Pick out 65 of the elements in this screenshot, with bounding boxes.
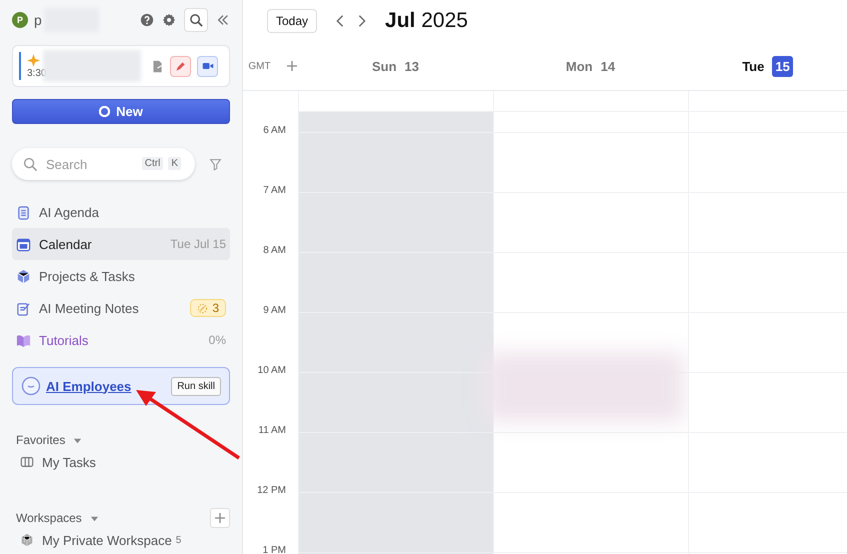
caret-icon[interactable] (73, 436, 82, 444)
note-edit-icon (16, 300, 31, 316)
bot-face-icon (21, 376, 41, 396)
day-header[interactable]: Mon 14 (493, 42, 688, 91)
workspace-count: 5 (176, 534, 182, 546)
workspace-item[interactable]: My Private Workspace 5 (12, 527, 230, 553)
columns-icon (20, 455, 34, 469)
hour-label: 11 AM (257, 425, 287, 436)
hour-label: 1 PM (262, 545, 287, 554)
video-button[interactable] (197, 56, 218, 76)
filter-icon[interactable] (209, 158, 222, 170)
nav-item[interactable]: AI Meeting Notes 3 (12, 292, 230, 324)
timezone-label: GMT (248, 60, 271, 72)
sparkle-icon (27, 54, 40, 66)
nav-item[interactable]: Calendar Tue Jul 15 (12, 228, 230, 260)
event-time: 3:30 (27, 68, 45, 78)
nav-item[interactable]: Projects & Tasks (12, 260, 230, 292)
cube-icon (16, 268, 31, 284)
day-header[interactable]: Tue 15 (688, 42, 847, 91)
add-workspace-button[interactable] (210, 508, 230, 528)
nav-meta: 0% (208, 333, 226, 347)
nav-item[interactable]: AI Agenda (12, 196, 230, 228)
search-icon (23, 157, 38, 172)
hour-label: 8 AM (262, 245, 287, 256)
cube-icon (20, 533, 34, 547)
collapse-icon[interactable] (216, 13, 230, 27)
nav-item[interactable]: Tutorials 0% (12, 324, 230, 356)
pencil-button[interactable] (170, 56, 191, 76)
hour-label: 10 AM (256, 365, 287, 376)
shortcut-key: Ctrl (142, 157, 164, 170)
today-button[interactable]: Today (267, 9, 318, 33)
run-skill-button[interactable]: Run skill (171, 376, 221, 396)
shortcut-key: K (168, 157, 181, 170)
hour-label: 6 AM (262, 125, 287, 136)
document-icon[interactable] (151, 60, 164, 72)
add-timezone-icon[interactable] (286, 61, 297, 71)
clipboard-icon (16, 204, 31, 220)
next-icon[interactable] (357, 14, 368, 28)
nav-meta: Tue Jul 15 (170, 237, 226, 251)
help-icon[interactable] (140, 13, 154, 27)
hour-label: 9 AM (262, 305, 287, 316)
favorite-item[interactable]: My Tasks (12, 449, 230, 475)
sparkle-icon (197, 302, 208, 314)
plus-icon (215, 513, 225, 523)
previous-icon[interactable] (335, 14, 346, 28)
hour-label: 7 AM (262, 185, 287, 196)
day-header[interactable]: Sun 13 (298, 42, 493, 91)
event-card[interactable]: 3:30 (12, 45, 230, 87)
pencil-icon (175, 60, 186, 72)
section-title: Favorites (16, 433, 66, 447)
settings-icon[interactable] (162, 13, 176, 27)
user-name: p (34, 12, 42, 28)
search-button[interactable] (184, 8, 208, 32)
user-avatar[interactable]: P (12, 12, 28, 28)
new-button[interactable]: New (12, 99, 230, 124)
book-icon (16, 332, 31, 348)
hour-label: 12 PM (256, 485, 287, 496)
section-title: Workspaces (16, 511, 82, 525)
month-title: Jul 2025 (385, 9, 468, 33)
search-icon (188, 12, 204, 28)
ai-employees-link[interactable]: AI Employees (46, 378, 132, 394)
video-icon (202, 60, 214, 72)
notes-count: 3 (190, 299, 226, 317)
caret-icon[interactable] (90, 514, 99, 522)
calendar-icon (16, 236, 31, 252)
